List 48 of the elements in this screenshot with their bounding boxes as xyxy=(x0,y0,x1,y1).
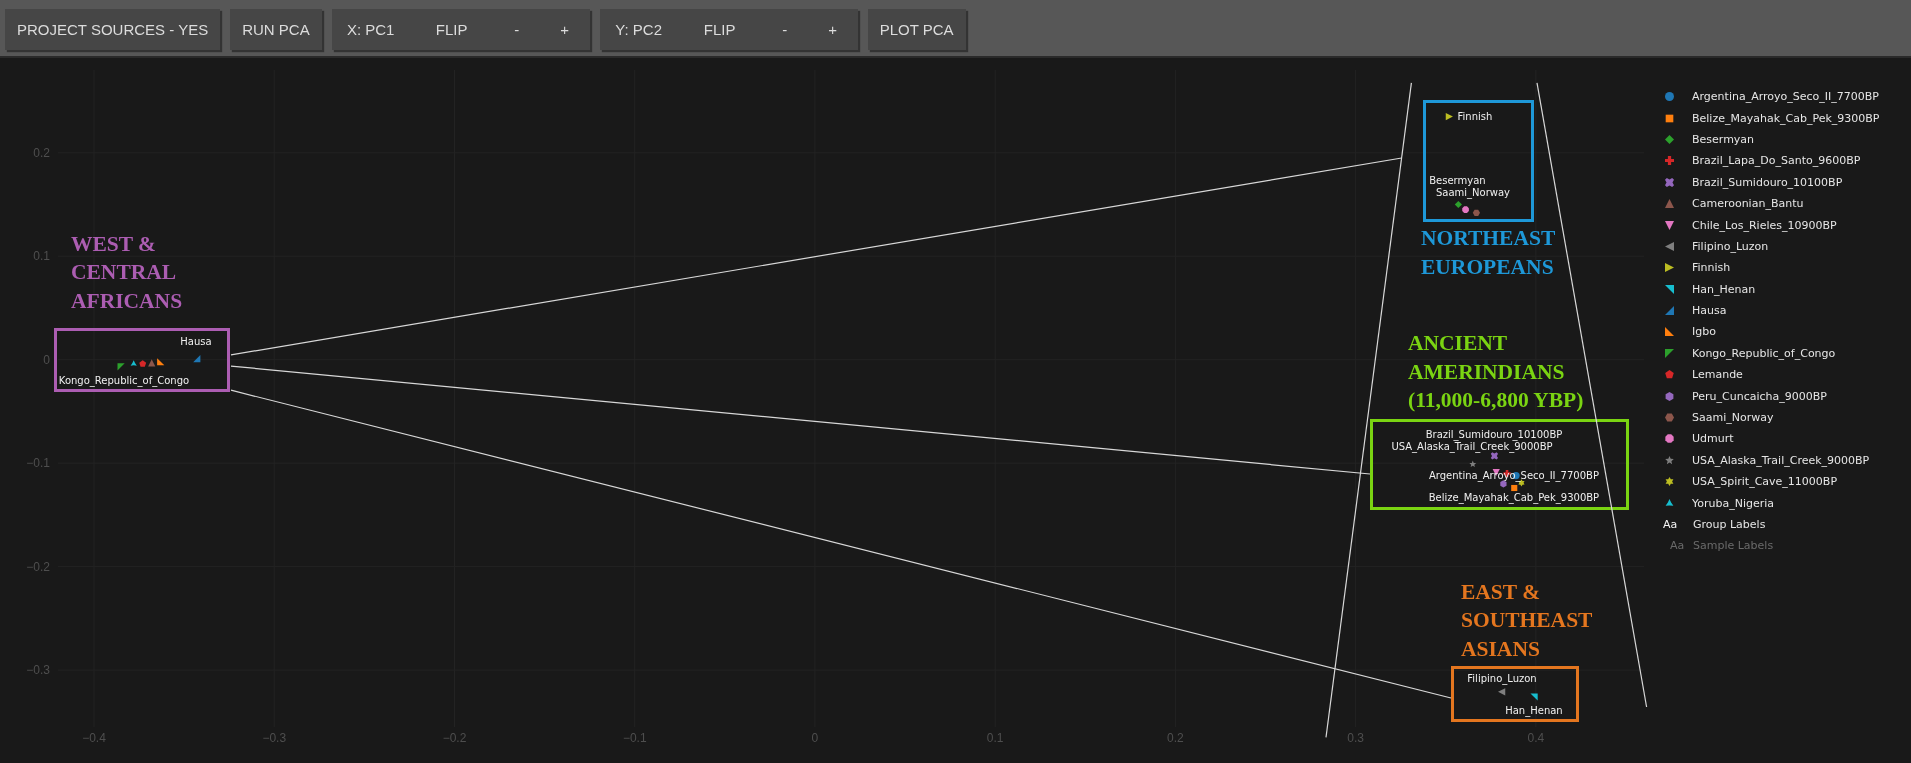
point-label: Han_Henan xyxy=(1505,705,1563,717)
legend-item[interactable]: Belize_Mayahak_Cab_Pek_9300BP xyxy=(1650,107,1911,129)
flip-button[interactable]: FLIP xyxy=(409,9,494,50)
axis-selector[interactable]: X: PC1 xyxy=(331,9,410,50)
legend-item[interactable]: Brazil_Sumidouro_10100BP xyxy=(1650,171,1911,193)
legend-item[interactable]: USA_Alaska_Trail_Creek_9000BP xyxy=(1650,449,1911,472)
region-title: EAST & SOUTHEAST ASIANS xyxy=(1461,579,1593,661)
toolbar-button[interactable]: RUN PCA xyxy=(230,9,322,50)
legend-item[interactable]: USA_Spirit_Cave_11000BP xyxy=(1650,471,1911,493)
legend-item[interactable]: Igbo xyxy=(1650,321,1911,343)
legend-item[interactable]: Hausa xyxy=(1650,299,1911,322)
legend-item[interactable]: Saami_Norway xyxy=(1650,406,1911,429)
legend-item[interactable]: Filipino_Luzon xyxy=(1650,235,1911,258)
minus-button[interactable]: - xyxy=(761,9,808,50)
minus-button[interactable]: - xyxy=(493,9,540,50)
legend-item[interactable]: Argentina_Arroyo_Seco_II_7700BP xyxy=(1650,86,1911,108)
text-style-glyph: Aa xyxy=(1663,518,1677,531)
legend-item[interactable]: Kongo_Republic_of_Congo xyxy=(1650,342,1911,365)
point-label: USA_Alaska_Trail_Creek_9000BP xyxy=(1391,440,1553,452)
legend-item[interactable]: Cameroonian_Bantu xyxy=(1650,192,1911,215)
region-title: ANCIENT AMERINDIANS (11,000-6,800 YBP) xyxy=(1408,331,1584,412)
legend-item[interactable]: Yoruba_Nigeria xyxy=(1650,492,1911,514)
legend-item[interactable]: Brazil_Lapa_Do_Santo_9600BP xyxy=(1650,150,1911,172)
legend-item[interactable]: Han_Henan xyxy=(1650,278,1911,300)
point-label: Hausa xyxy=(180,336,212,348)
legend-item[interactable]: Chile_Los_Rieles_10900BP xyxy=(1650,214,1911,236)
legend-item[interactable]: Udmurt xyxy=(1650,428,1911,450)
text-style-glyph: Aa xyxy=(1670,539,1684,553)
point-label: Saami_Norway xyxy=(1435,187,1510,199)
legend-item[interactable]: Besermyan xyxy=(1650,128,1911,151)
toolbar-button[interactable]: PLOT PCA xyxy=(867,9,966,50)
region-title: WEST & CENTRAL AFRICANS xyxy=(71,231,183,313)
plus-button[interactable]: + xyxy=(807,9,858,50)
legend-item[interactable]: Finnish xyxy=(1650,257,1911,279)
point-label: Filipino_Luzon xyxy=(1467,672,1537,684)
point-label: Finnish xyxy=(1457,111,1493,123)
toolbar-button[interactable]: PROJECT SOURCES - YES xyxy=(5,9,221,50)
point-label: Besermyan xyxy=(1429,174,1486,186)
point-label: Brazil_Sumidouro_10100BP xyxy=(1425,428,1563,440)
legend-toggle[interactable]: Aa Group Labels xyxy=(1650,513,1911,536)
legend-item[interactable]: Peru_Cuncaicha_9000BP xyxy=(1650,385,1911,407)
point-label: Kongo_Republic_of_Congo xyxy=(58,375,190,387)
point-label: Belize_Mayahak_Cab_Pek_9300BP xyxy=(1428,492,1600,504)
region-title: NORTHEAST EUROPEANS xyxy=(1421,226,1555,279)
legend-item[interactable]: Lemande xyxy=(1650,364,1911,386)
axis-selector[interactable]: Y: PC2 xyxy=(599,9,678,50)
plus-button[interactable]: + xyxy=(539,9,590,50)
flip-button[interactable]: FLIP xyxy=(677,9,762,50)
